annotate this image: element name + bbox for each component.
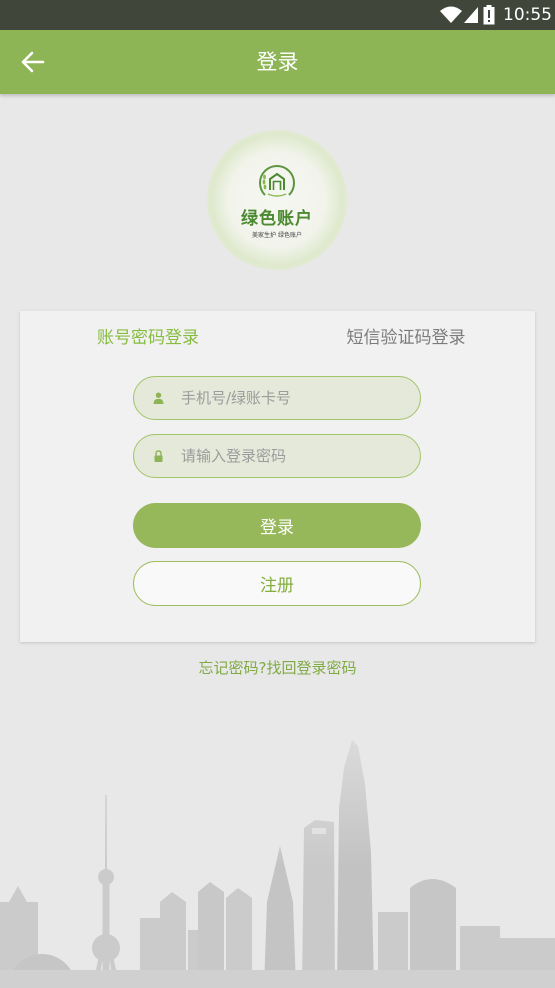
app-logo: 绿色账户 美家生护 绿色账户 [207, 130, 347, 270]
green-account-emblem-icon [259, 164, 295, 197]
tab-sms-login[interactable]: 短信验证码登录 [306, 326, 506, 350]
wifi-icon [440, 6, 462, 23]
city-skyline-background [0, 720, 555, 988]
page-title: 登录 [256, 50, 299, 74]
password-field[interactable] [133, 434, 421, 478]
password-input[interactable] [181, 435, 406, 476]
login-card: 账号密码登录 短信验证码登录 登录 注册 [20, 311, 535, 642]
signal-icon [464, 7, 478, 23]
register-button[interactable]: 注册 [133, 561, 421, 606]
account-input[interactable] [181, 377, 406, 418]
account-field[interactable] [133, 376, 421, 420]
logo-tagline: 美家生护 绿色账户 [252, 232, 302, 239]
skyline-fade [0, 720, 555, 988]
logo-name: 绿色账户 [241, 209, 313, 229]
tab-password-login[interactable]: 账号密码登录 [48, 326, 248, 350]
status-bar: 10:55 [0, 0, 555, 30]
lock-icon [154, 450, 163, 462]
login-button[interactable]: 登录 [133, 503, 421, 548]
user-icon [153, 392, 164, 404]
forgot-password-link[interactable]: 忘记密码?找回登录密码 [0, 658, 555, 678]
battery-icon [483, 5, 495, 25]
status-time: 10:55 [503, 5, 552, 25]
app-header: 登录 [0, 30, 555, 94]
